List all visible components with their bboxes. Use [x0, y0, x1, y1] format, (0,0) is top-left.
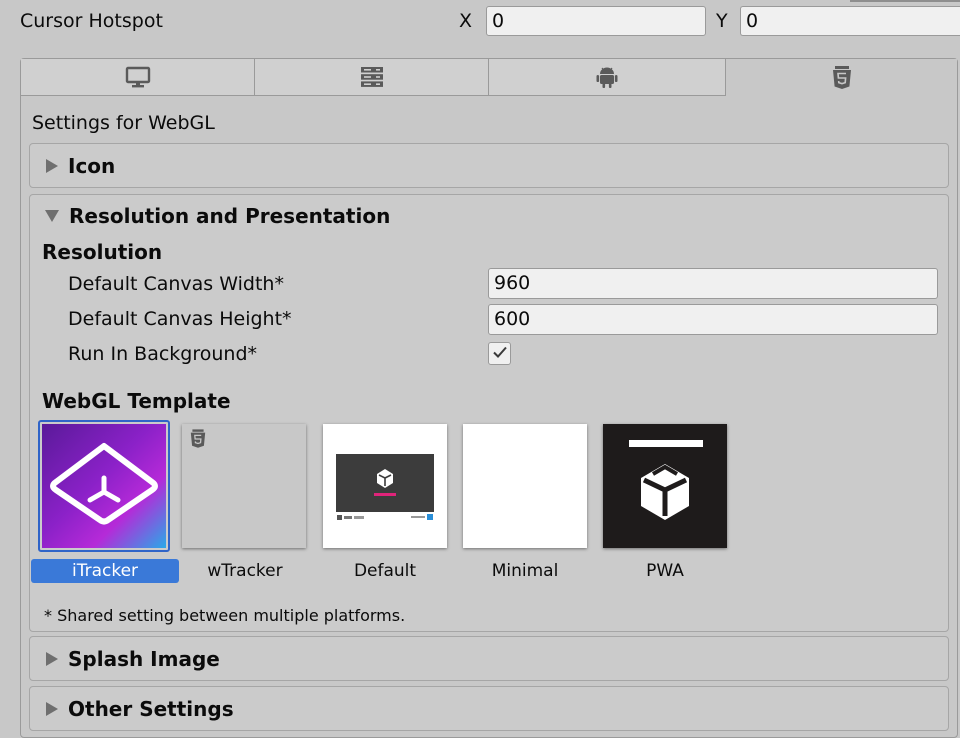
top-divider [850, 0, 960, 2]
android-icon [596, 65, 618, 89]
template-pwa-label[interactable]: PWA [591, 559, 739, 583]
splash-section-header[interactable]: Splash Image [46, 647, 220, 671]
template-minimal-label[interactable]: Minimal [451, 559, 599, 583]
resolution-section-title: Resolution and Presentation [69, 204, 391, 228]
cursor-hotspot-label: Cursor Hotspot [20, 10, 163, 32]
hotspot-y-label: Y [716, 10, 728, 32]
splash-section-title: Splash Image [68, 647, 220, 671]
tab-webgl[interactable] [726, 59, 957, 96]
icon-section[interactable]: Icon [29, 143, 949, 188]
webgl-template-heading: WebGL Template [42, 389, 231, 413]
monitor-icon [125, 66, 151, 88]
shared-setting-footnote: * Shared setting between multiple platfo… [44, 606, 406, 625]
other-settings-header[interactable]: Other Settings [46, 697, 234, 721]
expand-arrow-icon [46, 159, 58, 173]
hotspot-x-field[interactable]: 0 [486, 6, 706, 36]
other-settings-section[interactable]: Other Settings [29, 686, 949, 731]
hotspot-x-label: X [459, 10, 473, 32]
template-default-label[interactable]: Default [311, 559, 459, 583]
template-wtracker-thumbnail[interactable] [182, 424, 306, 548]
tab-standalone[interactable] [21, 59, 255, 96]
other-settings-title: Other Settings [68, 697, 234, 721]
run-in-background-checkbox[interactable] [488, 342, 511, 365]
template-minimal-thumbnail[interactable] [463, 424, 587, 548]
run-in-background-label: Run In Background* [68, 343, 258, 365]
template-default-thumbnail[interactable] [323, 424, 447, 548]
icon-section-title: Icon [68, 154, 116, 178]
canvas-height-label: Default Canvas Height* [68, 308, 292, 330]
html5-icon [832, 65, 852, 90]
template-itracker-thumbnail[interactable] [42, 424, 166, 548]
splash-section[interactable]: Splash Image [29, 636, 949, 681]
expand-arrow-icon [46, 702, 58, 716]
canvas-width-label: Default Canvas Width* [68, 273, 284, 295]
template-wtracker-label[interactable]: wTracker [171, 559, 319, 583]
canvas-height-field[interactable]: 600 [488, 304, 938, 335]
html5-icon [190, 429, 206, 453]
collapse-arrow-icon [45, 210, 59, 222]
expand-arrow-icon [46, 652, 58, 666]
template-pwa-thumbnail[interactable] [603, 424, 727, 548]
tab-dedicated-server[interactable] [255, 59, 489, 96]
resolution-subheading: Resolution [42, 240, 163, 264]
tab-android[interactable] [489, 59, 726, 96]
settings-title: Settings for WebGL [32, 112, 215, 134]
checkmark-icon [492, 344, 508, 363]
hotspot-y-field[interactable]: 0 [740, 6, 960, 36]
canvas-width-field[interactable]: 960 [488, 268, 938, 299]
server-icon [360, 66, 384, 88]
icon-section-header[interactable]: Icon [46, 154, 115, 178]
template-itracker-label[interactable]: iTracker [31, 559, 179, 583]
resolution-section-header[interactable]: Resolution and Presentation [45, 204, 390, 228]
